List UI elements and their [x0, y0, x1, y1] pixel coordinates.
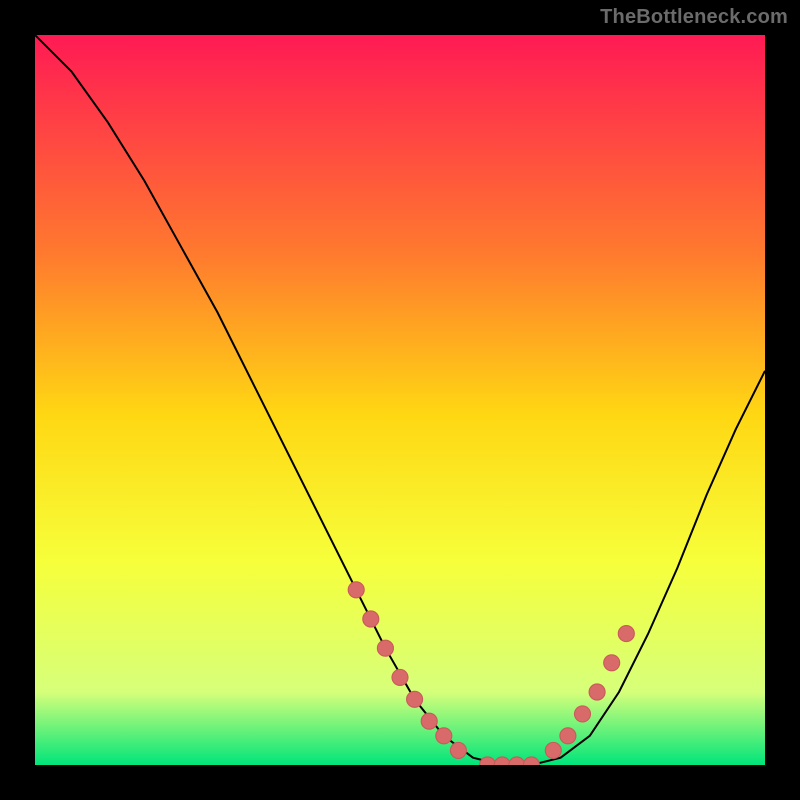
curve-marker: [363, 611, 379, 627]
curve-path: [35, 35, 765, 765]
curve-marker: [407, 691, 423, 707]
curve-marker: [523, 757, 539, 765]
curve-marker: [494, 757, 510, 765]
curve-marker: [436, 728, 452, 744]
chart-svg: [35, 35, 765, 765]
curve-marker: [604, 655, 620, 671]
curve-marker: [618, 626, 634, 642]
curve-marker: [392, 669, 408, 685]
curve-marker: [450, 742, 466, 758]
curve-marker: [348, 582, 364, 598]
highlighted-points: [348, 582, 634, 765]
curve-marker: [480, 757, 496, 765]
plot-area: [35, 35, 765, 765]
curve-marker: [377, 640, 393, 656]
curve-marker: [545, 742, 561, 758]
curve-marker: [421, 713, 437, 729]
curve-marker: [560, 728, 576, 744]
curve-marker: [509, 757, 525, 765]
curve-marker: [574, 706, 590, 722]
chart-stage: TheBottleneck.com: [0, 0, 800, 800]
curve-marker: [589, 684, 605, 700]
bottleneck-curve: [35, 35, 765, 765]
watermark-text: TheBottleneck.com: [600, 6, 788, 29]
